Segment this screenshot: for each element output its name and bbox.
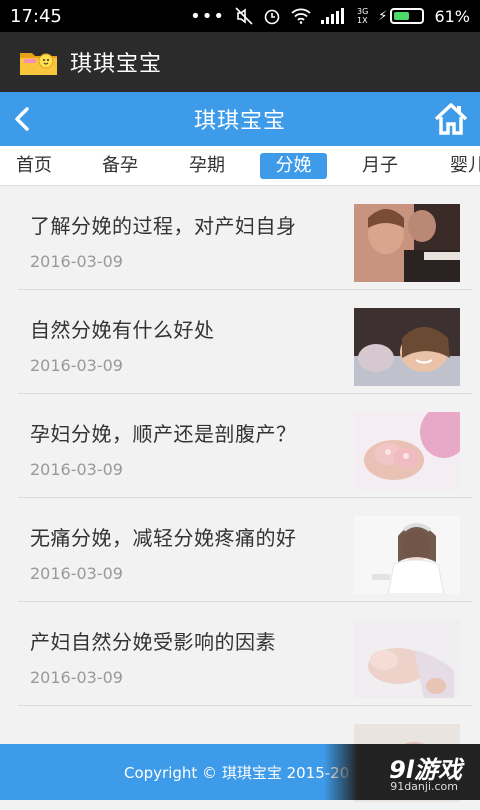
- charging-icon: ⚡: [378, 8, 388, 24]
- article-title[interactable]: 产妇自然分娩受影响的因素: [30, 626, 276, 655]
- status-icons: ••• 3G 1X ⚡ 61%: [190, 6, 470, 27]
- article-thumbnail[interactable]: [354, 620, 460, 698]
- list-item[interactable]: 了解分娩的过程，对产妇自身 2016-03-09: [18, 186, 472, 290]
- tab-confinement[interactable]: 月子: [360, 153, 400, 179]
- watermark-url: 91danji.com: [390, 780, 458, 793]
- article-title[interactable]: 孕妇分娩，顺产还是剖腹产？: [30, 418, 297, 447]
- article-date: 2016-03-09: [30, 460, 123, 479]
- battery-percent: 61%: [434, 6, 470, 26]
- app-title: 琪琪宝宝: [70, 52, 163, 77]
- article-thumbnail[interactable]: [354, 204, 460, 282]
- page-title: 琪琪宝宝: [193, 109, 286, 134]
- wifi-icon: [291, 8, 311, 24]
- article-list: 了解分娩的过程，对产妇自身 2016-03-09 自然分娩有什么好处 2016-…: [18, 186, 472, 810]
- tab-home[interactable]: 首页: [14, 153, 54, 179]
- list-item[interactable]: 无痛分娩，减轻分娩疼痛的好 2016-03-09: [18, 498, 472, 602]
- copyright-text: Copyright © 琪琪宝宝 2015-20: [124, 763, 350, 782]
- list-item[interactable]: 自然分娩有什么好处 2016-03-09: [18, 290, 472, 394]
- status-bar: 17:45 ••• 3G 1X ⚡ 61%: [0, 0, 480, 32]
- signal-icon: [321, 8, 344, 24]
- watermark: 9l游戏 91danji.com: [324, 744, 480, 800]
- tab-pre-pregnancy[interactable]: 备孕: [100, 153, 140, 179]
- list-item[interactable]: 孕妇分娩，顺产还是剖腹产？ 2016-03-09: [18, 394, 472, 498]
- article-date: 2016-03-09: [30, 564, 123, 583]
- app-bar: 琪琪宝宝: [0, 32, 480, 92]
- article-thumbnail[interactable]: [354, 308, 460, 386]
- article-date: 2016-03-09: [30, 668, 123, 687]
- category-tabs: 首页 备孕 孕期 分娩 月子 婴儿: [0, 146, 480, 186]
- home-icon[interactable]: [434, 102, 468, 136]
- battery-icon: [390, 8, 425, 24]
- article-date: 2016-03-09: [30, 356, 123, 375]
- article-title[interactable]: 无痛分娩，减轻分娩疼痛的好: [30, 522, 297, 551]
- tab-infant[interactable]: 婴儿: [448, 153, 480, 179]
- app-logo-icon: [18, 47, 60, 77]
- back-arrow-icon[interactable]: [8, 104, 38, 134]
- network-type: 3G 1X: [357, 7, 369, 25]
- alarm-icon: [264, 9, 280, 25]
- battery-indicator: ⚡: [378, 8, 425, 24]
- article-title[interactable]: 了解分娩的过程，对产妇自身: [30, 210, 297, 239]
- more-dots-icon: •••: [190, 5, 225, 27]
- mute-icon: [235, 7, 253, 25]
- tab-childbirth[interactable]: 分娩: [260, 153, 327, 179]
- article-thumbnail[interactable]: [354, 516, 460, 594]
- tab-pregnancy[interactable]: 孕期: [187, 153, 227, 179]
- article-date: 2016-03-09: [30, 252, 123, 271]
- article-title[interactable]: 自然分娩有什么好处: [30, 314, 215, 343]
- article-thumbnail[interactable]: [354, 412, 460, 490]
- list-item[interactable]: 产妇自然分娩受影响的因素 2016-03-09: [18, 602, 472, 706]
- nav-bar: 琪琪宝宝: [0, 92, 480, 146]
- status-time: 17:45: [10, 5, 62, 27]
